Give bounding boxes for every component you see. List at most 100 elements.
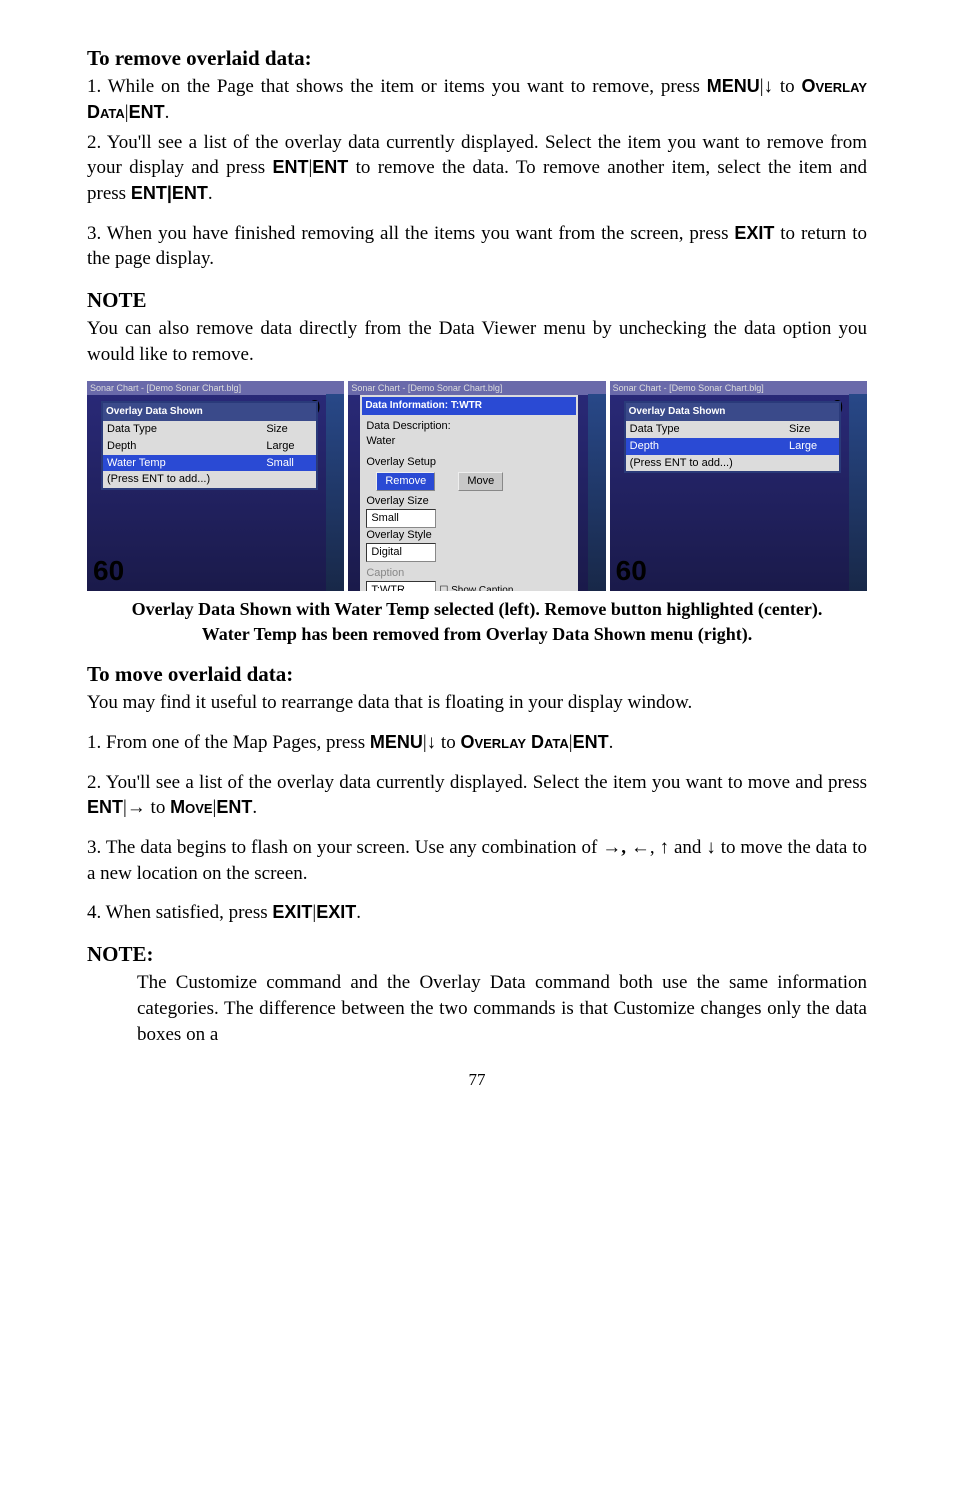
show-caption-checkbox[interactable]: ☐ Show Caption	[439, 585, 513, 592]
move-step4: 4. When satisfied, press EXIT|EXIT.	[87, 900, 867, 926]
page-number: 77	[87, 1069, 867, 1092]
txt: 1. While on the Page that shows the item…	[87, 76, 707, 97]
txt: 1. From one of the Map Pages, press	[87, 732, 370, 753]
txt: |↓ to	[423, 732, 461, 753]
note-heading: NOTE	[87, 286, 867, 314]
caption-input[interactable]: T:WTR	[366, 581, 436, 592]
overlay-style-select[interactable]: Digital	[366, 543, 436, 562]
data-info-dialog: Data Information: T:WTR Data Description…	[360, 395, 577, 591]
dialog-body: Data Description: Water Overlay Setup Re…	[362, 415, 575, 592]
move-heading: To move overlaid data:	[87, 660, 867, 688]
panel-sidebar	[326, 394, 344, 591]
note2-heading: NOTE:	[87, 940, 867, 968]
figure-row: Sonar Chart - [Demo Sonar Chart.blg] 0 O…	[87, 381, 867, 591]
ent-key: ENT	[312, 157, 348, 177]
button-row: Remove Move	[376, 472, 571, 491]
cell: Water Temp	[107, 456, 266, 471]
ent-key: ENT	[172, 183, 208, 203]
list-header: Data TypeSize	[103, 421, 316, 438]
show-caption-label: Show Caption	[451, 585, 513, 592]
remove-step1: 1. While on the Page that shows the item…	[87, 74, 867, 125]
menu-key: MENU	[370, 732, 423, 752]
exit-key: EXIT	[316, 902, 356, 922]
depth-readout: 60	[616, 552, 647, 590]
overlay-list-title: Overlay Data Shown	[626, 403, 839, 421]
list-row-selected[interactable]: DepthLarge	[626, 438, 839, 455]
cell	[266, 472, 312, 487]
panel-titlebar: Sonar Chart - [Demo Sonar Chart.blg]	[610, 381, 867, 395]
note2-body: The Customize command and the Overlay Da…	[137, 970, 867, 1047]
cell: (Press ENT to add...)	[107, 472, 266, 487]
figure-center-panel: Sonar Chart - [Demo Sonar Chart.blg] Dat…	[348, 381, 605, 591]
list-row-selected[interactable]: Water TempSmall	[103, 455, 316, 472]
cell: (Press ENT to add...)	[630, 456, 789, 471]
cell	[789, 456, 835, 471]
overlay-size-select[interactable]: Small	[366, 509, 436, 528]
txt: .	[609, 732, 614, 753]
col-datatype: Data Type	[630, 422, 789, 437]
col-size: Size	[789, 422, 835, 437]
overlay-list-window: Overlay Data Shown Data TypeSize DepthLa…	[101, 401, 318, 490]
col-size: Size	[266, 422, 312, 437]
overlay-setup-label: Overlay Setup	[366, 455, 571, 470]
list-row-add[interactable]: (Press ENT to add...)	[626, 455, 839, 472]
caption-label: Caption	[366, 566, 571, 581]
exit-key: EXIT	[734, 223, 774, 243]
menu-key: MENU	[707, 76, 760, 96]
list-header: Data TypeSize	[626, 421, 839, 438]
remove-button[interactable]: Remove	[376, 472, 435, 491]
col-datatype: Data Type	[107, 422, 266, 437]
ent-key: ENT	[131, 183, 167, 203]
remove-step3: 3. When you have finished removing all t…	[87, 221, 867, 272]
cell: Large	[266, 439, 312, 454]
figure-caption: Overlay Data Shown with Water Temp selec…	[107, 597, 847, 646]
cell: Depth	[630, 439, 789, 454]
move-label: Move	[170, 797, 212, 817]
overlay-list-title: Overlay Data Shown	[103, 403, 316, 421]
ent-key: ENT	[272, 157, 308, 177]
figure-left-panel: Sonar Chart - [Demo Sonar Chart.blg] 0 O…	[87, 381, 344, 591]
move-step2: 2. You'll see a list of the overlay data…	[87, 770, 867, 821]
depth-readout: 60	[93, 552, 124, 590]
panel-titlebar: Sonar Chart - [Demo Sonar Chart.blg]	[87, 381, 344, 395]
move-step3: 3. The data begins to flash on your scre…	[87, 835, 867, 886]
overlay-list-body: Data TypeSize DepthLarge Water TempSmall…	[103, 421, 316, 488]
panel-sidebar	[588, 394, 606, 591]
data-description-label: Data Description:	[366, 419, 571, 434]
dialog-title: Data Information: T:WTR	[362, 397, 575, 415]
cell: Large	[789, 439, 835, 454]
ent-key: ENT	[129, 102, 165, 122]
panel-sidebar	[849, 394, 867, 591]
ent-key: ENT	[87, 797, 123, 817]
overlay-data-label: Overlay Data	[460, 732, 568, 752]
move-button[interactable]: Move	[458, 472, 503, 491]
note-body: You can also remove data directly from t…	[87, 316, 867, 367]
cell: Small	[266, 456, 312, 471]
txt: .	[165, 102, 170, 123]
txt: |→ to	[123, 797, 170, 818]
txt: 3. The data begins to flash on your scre…	[87, 837, 621, 858]
figure-right-panel: Sonar Chart - [Demo Sonar Chart.blg] 0 O…	[610, 381, 867, 591]
data-description-value: Water	[366, 434, 571, 449]
panel-titlebar: Sonar Chart - [Demo Sonar Chart.blg]	[348, 381, 605, 395]
overlay-list-body: Data TypeSize DepthLarge (Press ENT to a…	[626, 421, 839, 472]
txt: .	[208, 183, 213, 204]
txt: .	[252, 797, 257, 818]
cell: Depth	[107, 439, 266, 454]
txt: 4. When satisfied, press	[87, 902, 272, 923]
overlay-style-label: Overlay Style	[366, 528, 571, 543]
remove-heading: To remove overlaid data:	[87, 44, 867, 72]
list-row-add[interactable]: (Press ENT to add...)	[103, 471, 316, 488]
txt: .	[356, 902, 361, 923]
overlay-list-window: Overlay Data Shown Data TypeSize DepthLa…	[624, 401, 841, 473]
move-intro: You may find it useful to rearrange data…	[87, 690, 867, 716]
ent-key: ENT	[216, 797, 252, 817]
txt: 2. You'll see a list of the overlay data…	[87, 772, 867, 793]
txt: 3. When you have finished removing all t…	[87, 223, 734, 244]
move-step1: 1. From one of the Map Pages, press MENU…	[87, 730, 867, 756]
ent-key: ENT	[573, 732, 609, 752]
list-row[interactable]: DepthLarge	[103, 438, 316, 455]
overlay-size-label: Overlay Size	[366, 494, 571, 509]
txt: |↓ to	[760, 76, 802, 97]
remove-step2: 2. You'll see a list of the overlay data…	[87, 130, 867, 207]
